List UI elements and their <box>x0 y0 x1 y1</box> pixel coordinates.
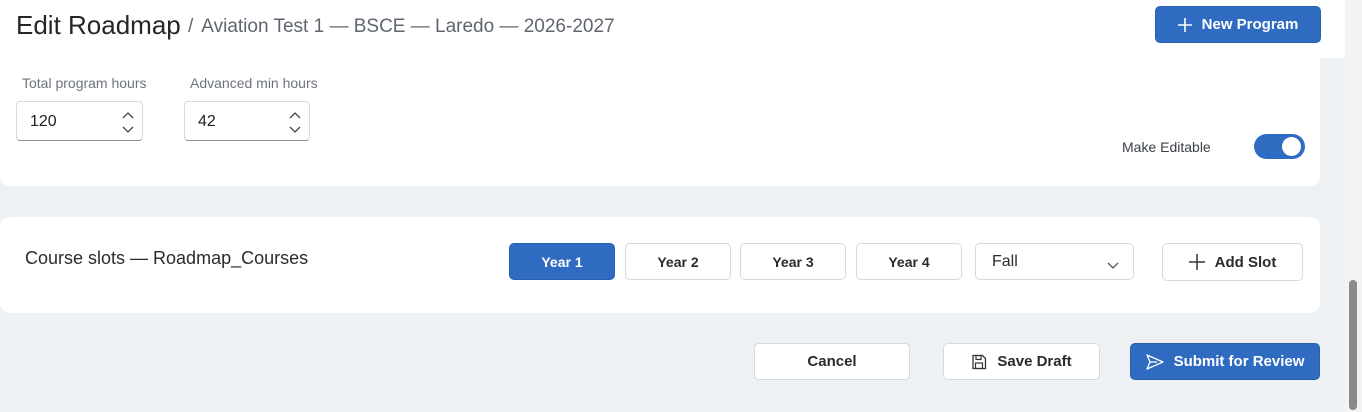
submit-label: Submit for Review <box>1173 353 1305 370</box>
advanced-hours-spinner[interactable] <box>289 106 303 136</box>
chevron-down-icon[interactable] <box>122 121 136 136</box>
cancel-button[interactable]: Cancel <box>754 343 910 380</box>
chevron-down-icon[interactable] <box>289 121 303 136</box>
term-select-value: Fall <box>992 253 1018 270</box>
course-slots-card: Course slots — Roadmap_Courses Year 1 Ye… <box>0 217 1320 313</box>
cancel-label: Cancel <box>807 353 857 370</box>
new-program-button[interactable]: New Program <box>1155 6 1321 43</box>
total-hours-spinner[interactable] <box>122 106 136 136</box>
send-icon <box>1145 353 1164 370</box>
term-select[interactable]: Fall <box>975 243 1134 280</box>
plus-icon <box>1188 254 1205 270</box>
course-slots-title: Course slots — Roadmap_Courses <box>25 248 309 268</box>
breadcrumb-text: Aviation Test 1 — BSCE — Laredo — 2026-2… <box>201 16 615 37</box>
breadcrumb-separator: / <box>188 16 194 37</box>
total-hours-input[interactable]: 120 <box>16 101 143 141</box>
tab-year-2[interactable]: Year 2 <box>625 243 731 280</box>
make-editable-label: Make Editable <box>1122 139 1211 155</box>
program-settings-card: Total program hours 120 Advanced min hou… <box>0 58 1320 186</box>
make-editable-toggle[interactable] <box>1254 134 1305 159</box>
page-header: Edit Roadmap / Aviation Test 1 — BSCE — L… <box>0 0 1345 58</box>
chevron-down-icon <box>1107 257 1119 275</box>
advanced-hours-input[interactable]: 42 <box>184 101 310 141</box>
advanced-hours-label: Advanced min hours <box>190 75 318 91</box>
scrollbar-thumb[interactable] <box>1349 280 1357 410</box>
total-hours-value: 120 <box>30 113 57 130</box>
floppy-disk-icon <box>971 354 987 370</box>
tab-year-1[interactable]: Year 1 <box>509 243 615 280</box>
tab-year-3[interactable]: Year 3 <box>740 243 846 280</box>
chevron-up-icon[interactable] <box>289 106 303 121</box>
submit-for-review-button[interactable]: Submit for Review <box>1130 343 1320 380</box>
total-hours-label: Total program hours <box>22 75 147 91</box>
add-slot-label: Add Slot <box>1214 253 1277 271</box>
advanced-hours-value: 42 <box>198 113 216 130</box>
breadcrumb: / Aviation Test 1 — BSCE — Laredo — 2026-… <box>188 16 615 38</box>
save-draft-label: Save Draft <box>997 353 1072 370</box>
save-draft-button[interactable]: Save Draft <box>943 343 1100 380</box>
new-program-label: New Program <box>1201 16 1299 33</box>
page-title: Edit Roadmap <box>16 10 181 40</box>
chevron-up-icon[interactable] <box>122 106 136 121</box>
plus-icon <box>1177 17 1192 32</box>
tab-year-4[interactable]: Year 4 <box>856 243 962 280</box>
scrollbar[interactable] <box>1345 0 1362 412</box>
toggle-knob <box>1282 137 1301 156</box>
add-slot-button[interactable]: Add Slot <box>1162 243 1303 281</box>
